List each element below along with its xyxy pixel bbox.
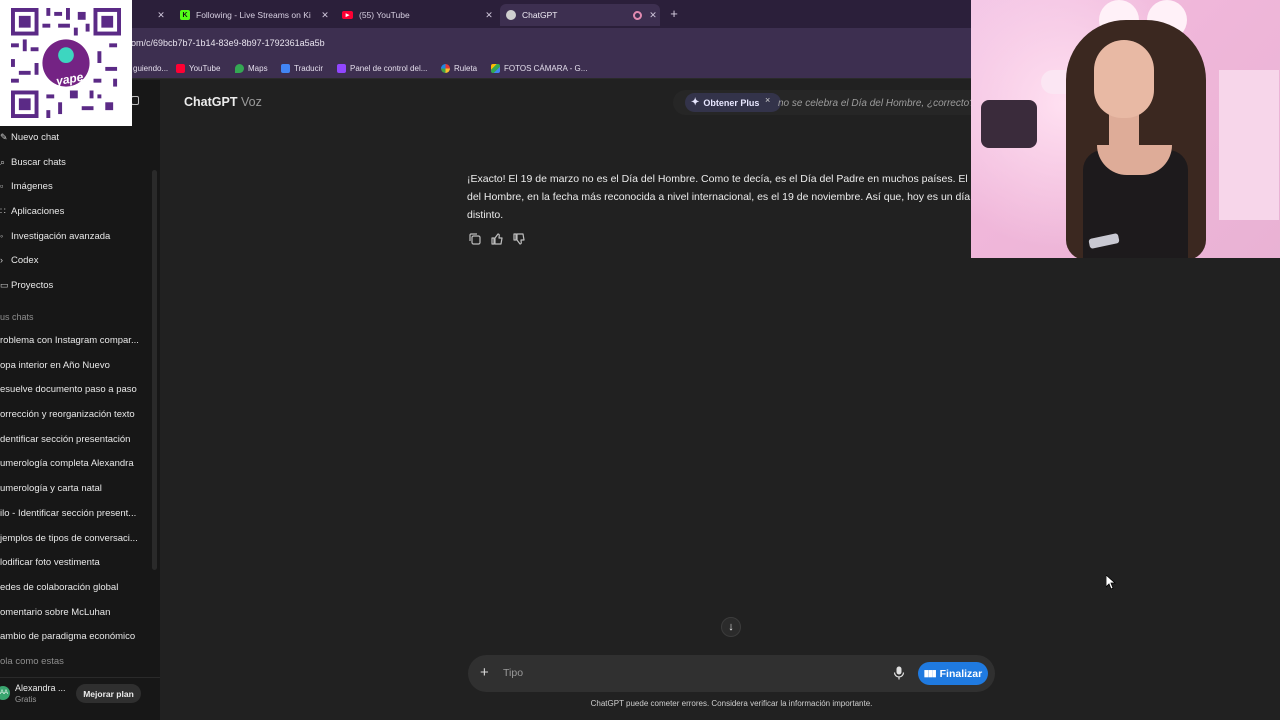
model-selector[interactable]: ChatGPT Voz [184,95,262,109]
chat-list-item[interactable]: roblema con Instagram compar... [0,335,145,346]
translate-icon [281,64,290,73]
bookmark-item[interactable]: FOTOS CÁMARA - G... [491,64,587,73]
message-input[interactable]: Tipo [503,667,523,679]
chat-list-item[interactable]: jemplos de tipos de conversaci... [0,533,145,544]
webcam-overlay [971,0,1280,258]
browser-tab-youtube[interactable]: ▸ (55) YouTube ✕ [336,4,496,26]
twitch-icon [337,64,346,73]
sidebar-scrollbar[interactable] [152,170,157,570]
previous-message-peek: no se celebra el Día del Hombre, ¿correc… [778,98,971,109]
chat-list-item[interactable]: umerología completa Alexandra [0,458,145,469]
sidebar-item-apps[interactable]: ∷ Aplicaciones [0,201,64,221]
search-icon: ⌕ [0,156,6,167]
upgrade-plan-button[interactable]: Mejorar plan [76,684,141,703]
maps-icon [235,64,244,73]
message-composer: + Tipo ▮▮▮ Finalizar [468,655,995,692]
folder-icon: ▭ [0,279,9,290]
close-icon[interactable]: × [765,95,770,105]
qr-code-overlay: yape [0,0,132,126]
close-tab-icon[interactable]: ✕ [154,10,168,21]
youtube-icon: ▸ [342,11,353,19]
sidebar-item-images[interactable]: ▫ Imágenes [0,176,53,196]
browser-tab[interactable]: ✕ [136,4,168,26]
chat-list-item[interactable]: umerología y carta natal [0,483,145,494]
disclaimer-text: ChatGPT puede cometer errores. Considera… [590,699,873,708]
chat-list-item[interactable]: edes de colaboración global [0,582,145,593]
user-plan: Gratis [15,695,37,704]
mouse-cursor-icon [1106,575,1116,590]
sidebar-toggle-icon[interactable] [131,96,139,105]
chat-list-item[interactable]: opa interior en Año Nuevo [0,360,145,371]
chat-list-item[interactable]: omentario sobre McLuhan [0,607,145,618]
sidebar-item-projects[interactable]: ▭ Proyectos [0,275,53,295]
brand-mode: Voz [240,95,262,109]
recording-icon [633,10,642,20]
browser-tab-chatgpt[interactable]: ChatGPT ✕ [500,4,660,26]
bookmark-item[interactable]: Maps [235,64,268,73]
finish-voice-button[interactable]: ▮▮▮ Finalizar [918,662,988,685]
url-field[interactable]: om/c/69bcb7b7-1b14-83e9-8b97-1792361a5a5… [131,38,325,48]
openai-icon [506,10,516,20]
chat-list-item[interactable]: ambio de paradigma económico [0,631,145,642]
youtube-icon [176,64,185,73]
voice-wave-icon: ▮▮▮ [923,668,937,678]
chat-list-item[interactable]: lodificar foto vestimenta [0,557,145,568]
sidebar-item-new-chat[interactable]: ✎ Nuevo chat [0,127,59,147]
kick-icon: K [180,10,190,20]
user-name: Alexandra ... [15,683,66,693]
edit-icon: ✎ [0,131,8,142]
qr-code-icon [11,8,121,118]
chat-list-item[interactable]: dentificar sección presentación [0,434,145,445]
thumbs-down-icon[interactable] [512,232,526,246]
bookmark-item[interactable]: YouTube [176,64,220,73]
close-tab-icon[interactable]: ✕ [646,10,660,21]
assistant-message: ¡Exacto! El 19 de marzo no es el Día del… [467,173,971,221]
roulette-icon [441,64,450,73]
sidebar-section-chats: us chats [0,312,34,322]
bookmark-item[interactable]: Panel de control del... [337,64,427,73]
brand-name: ChatGPT [184,95,238,109]
close-tab-icon[interactable]: ✕ [482,10,496,21]
copy-icon[interactable] [468,232,482,246]
scroll-down-arrow-icon[interactable]: ↓ [721,617,741,637]
add-attachment-icon[interactable]: + [480,664,489,681]
close-tab-icon[interactable]: ✕ [318,10,332,21]
avatar: AA [0,686,10,700]
bookmark-item[interactable]: Traducir [281,64,323,73]
thumbs-up-icon[interactable] [490,232,504,246]
sidebar-item-search[interactable]: ⌕ Buscar chats [0,152,66,172]
sidebar-item-research[interactable]: ◦ Investigación avanzada [0,226,110,246]
new-tab-button[interactable]: + [666,6,682,21]
chat-list-item[interactable]: ilo - Identificar sección present... [0,508,145,519]
code-icon: › [0,255,3,265]
research-icon: ◦ [0,231,4,241]
drive-icon [491,64,500,73]
sidebar-item-codex[interactable]: › Codex [0,250,38,270]
message-actions [468,232,526,246]
image-icon: ▫ [0,181,4,191]
bookmark-item[interactable]: Ruleta [441,64,477,73]
apps-icon: ∷ [0,205,6,216]
sparkle-icon: ✦ [691,97,700,108]
user-profile[interactable]: AA Alexandra ... Gratis Mejorar plan [0,677,160,713]
chat-list-item[interactable]: ola como estas [0,656,145,667]
browser-tab-kick[interactable]: K Following - Live Streams on Ki ✕ [174,4,332,26]
chat-list-item[interactable]: orrección y reorganización texto [0,409,145,420]
microphone-icon[interactable] [893,666,905,680]
bookmark-item[interactable]: guiendo... [133,64,168,73]
chat-list-item[interactable]: esuelve documento paso a paso [0,384,145,395]
